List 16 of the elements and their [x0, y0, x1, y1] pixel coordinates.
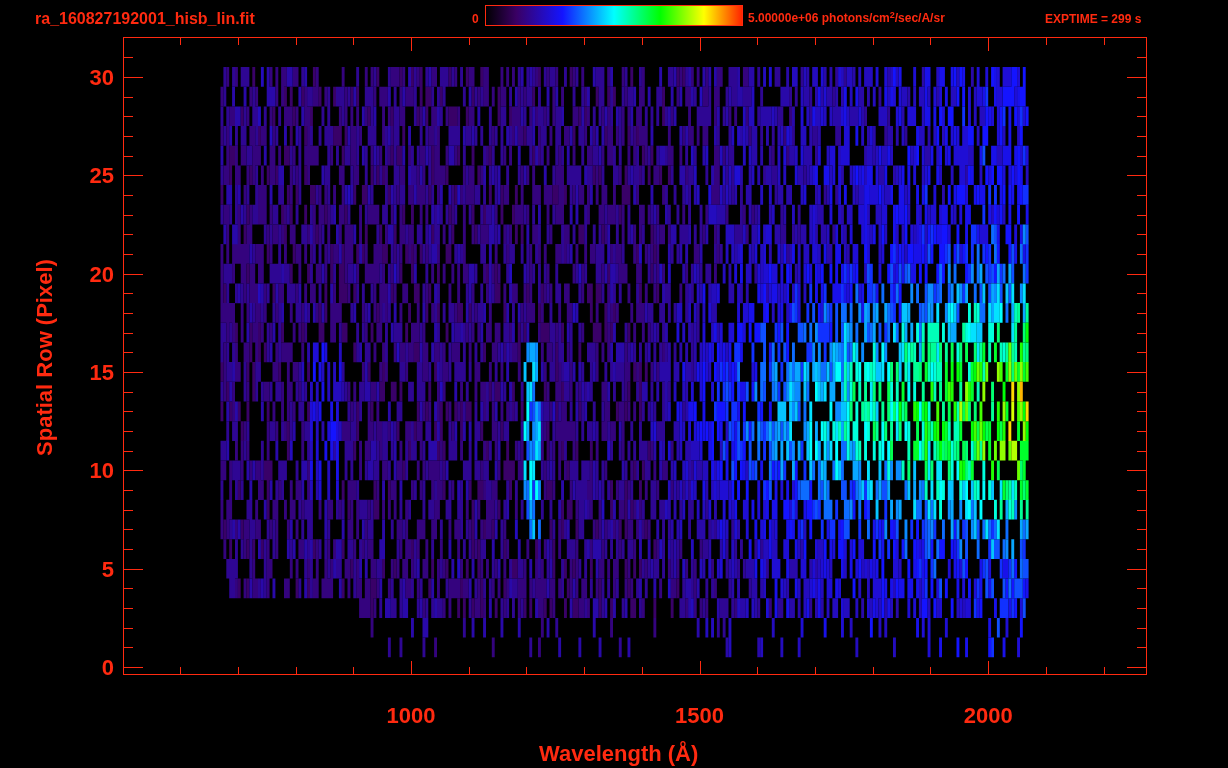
x-tick-label: 2000 — [962, 702, 1014, 730]
y-tick-label: 5 — [100, 556, 114, 583]
y-axis-label: Spatial Row (Pixel) — [30, 258, 58, 458]
y-tick-label: 10 — [88, 458, 114, 485]
y-tick-label: 20 — [88, 261, 114, 288]
y-tick-label: 0 — [100, 655, 114, 681]
exposure-time: EXPTIME = 299 s — [1045, 11, 1142, 28]
x-axis-label: Wavelength (Å) — [539, 740, 699, 768]
colorbar-min-label: 0 — [472, 11, 479, 28]
x-tick-label: 1500 — [674, 702, 726, 730]
colorbar-max-label: 5.00000e+06 photons/cm$^{2}$/sec/A/sr — [748, 9, 945, 27]
y-tick-label: 25 — [88, 163, 114, 190]
y-tick-label: 15 — [88, 359, 114, 386]
x-tick-label: 1000 — [385, 702, 437, 730]
y-tick-label: 30 — [88, 64, 114, 91]
file-title: ra_160827192001_hisb_lin.fit — [35, 9, 255, 29]
